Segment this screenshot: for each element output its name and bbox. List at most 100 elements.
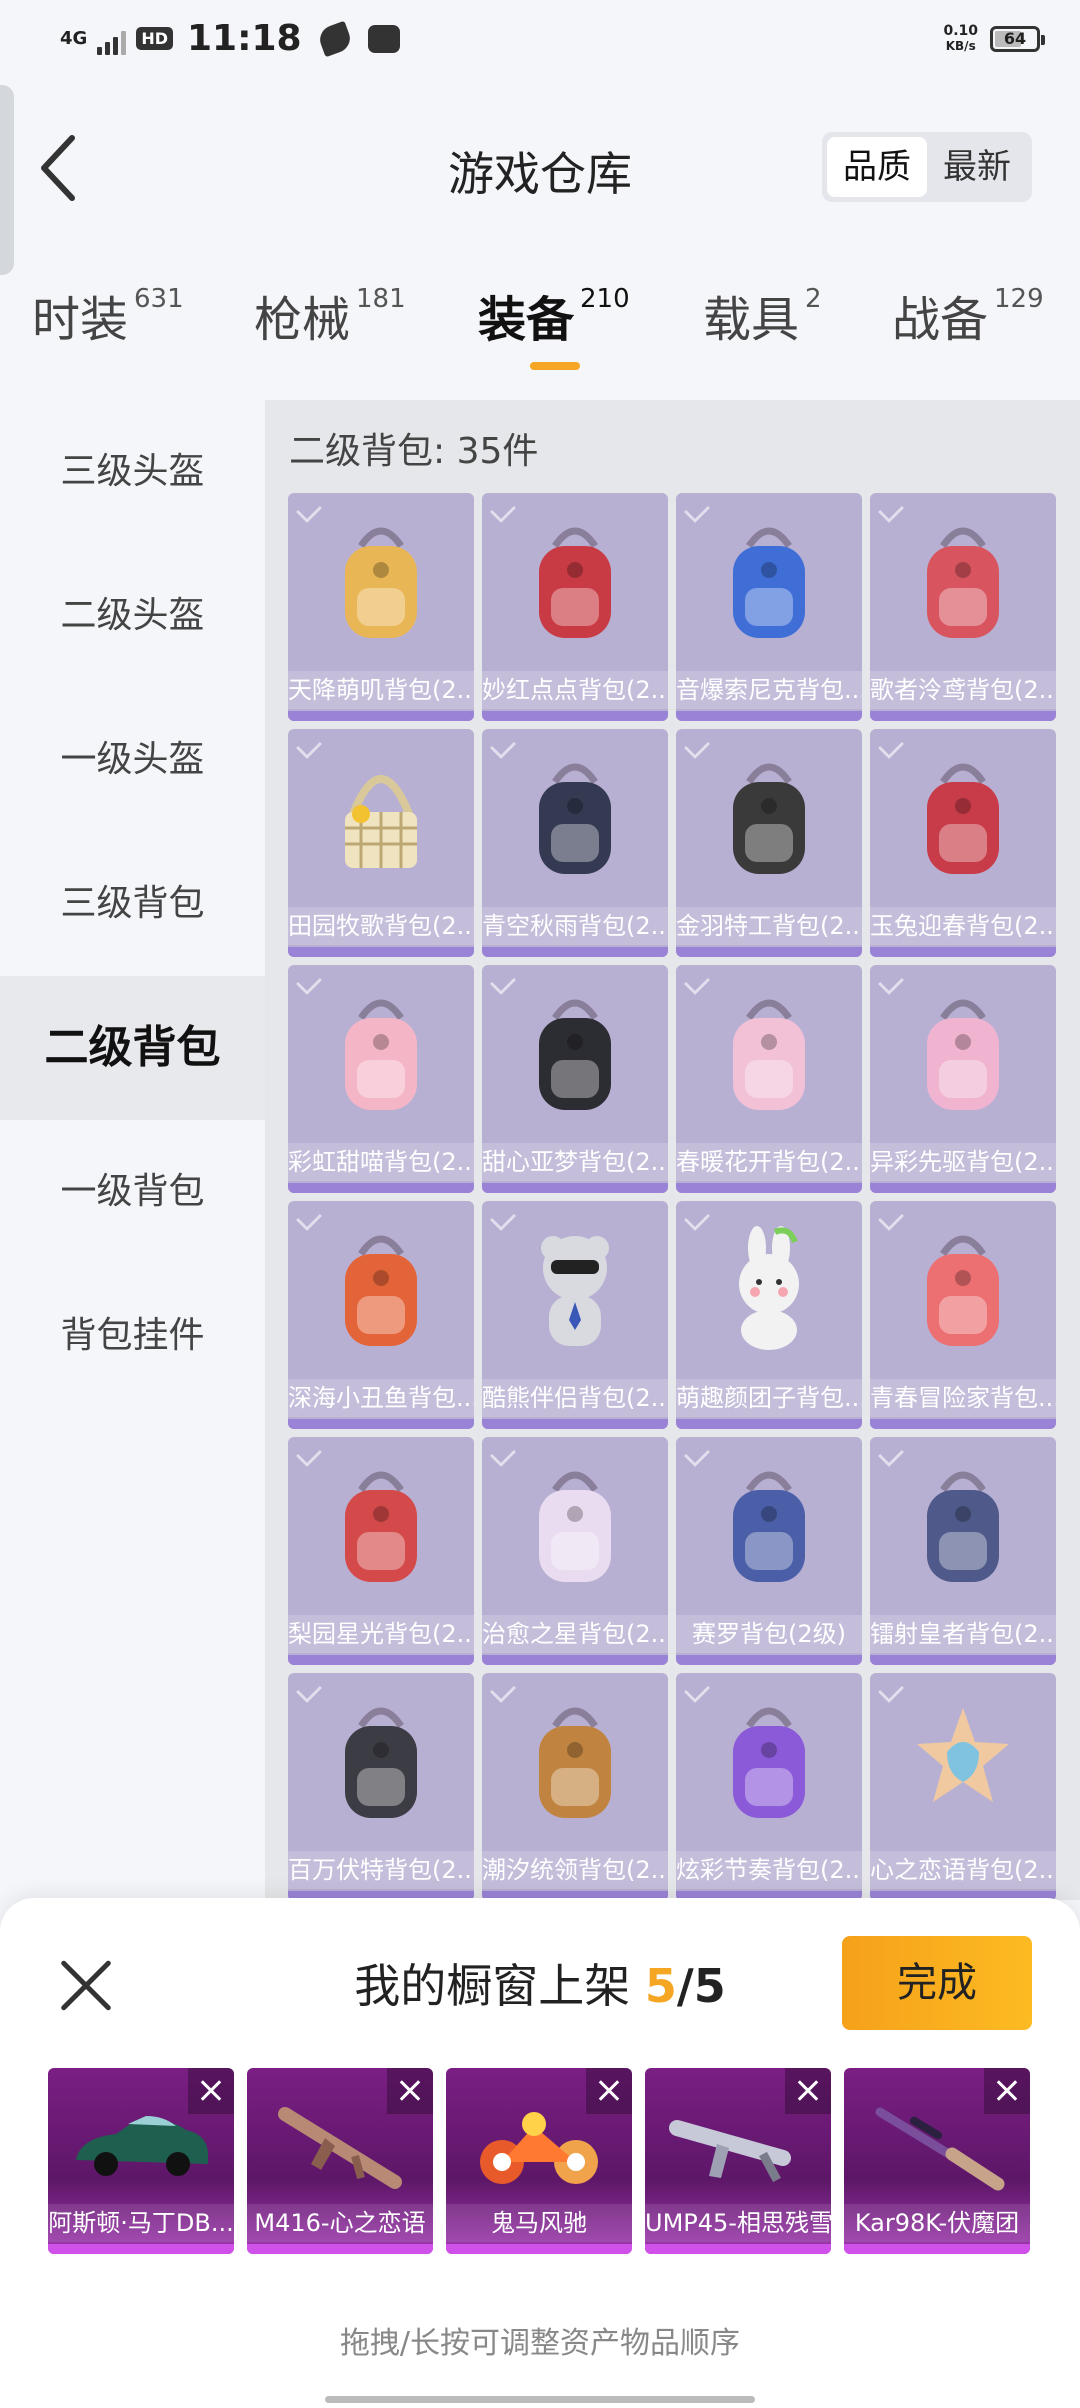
backpack-item-card[interactable]: 青春冒险家背包... [870,1201,1056,1429]
item-label: 彩虹甜喵背包(2... [288,1143,474,1181]
tab-combat-supplies[interactable]: 战备 129 [892,280,1044,350]
item-label: 妙红点点背包(2... [482,671,668,709]
backpack-item-card[interactable]: 玉兔迎春背包(2... [870,729,1056,957]
item-label: 青春冒险家背包... [870,1379,1056,1417]
item-label: 炫彩节奏背包(2... [676,1851,862,1889]
rarity-stripe [482,1419,668,1429]
done-button[interactable]: 完成 [842,1936,1032,2030]
item-label: 深海小丑鱼背包... [288,1379,474,1417]
remove-icon[interactable] [387,2068,433,2114]
slot-label: M416-心之恋语 [247,2204,433,2242]
backpack-icon [719,754,819,884]
backpack-item-card[interactable]: 治愈之星背包(2... [482,1437,668,1665]
bear-icon [525,1226,625,1356]
tab-fashion[interactable]: 时装 631 [32,280,184,350]
sidebar-item-level1-backpack[interactable]: 一级背包 [0,1120,265,1264]
signal-icon [97,29,127,55]
backpack-item-card[interactable]: 音爆索尼克背包... [676,493,862,721]
backpack-item-card[interactable]: 甜心亚梦背包(2... [482,965,668,1193]
rarity-stripe [844,2244,1030,2254]
sort-option-quality[interactable]: 品质 [827,137,927,197]
sidebar-item-level2-backpack[interactable]: 二级背包 [0,976,265,1120]
battery-level: 64 [1003,29,1027,48]
rarity-stripe [676,1419,862,1429]
basket-icon [331,754,431,884]
backpack-item-card[interactable]: 田园牧歌背包(2... [288,729,474,957]
backpack-item-card[interactable]: 萌趣颜团子背包... [676,1201,862,1429]
item-label: 百万伏特背包(2... [288,1851,474,1889]
backpack-item-card[interactable]: 青空秋雨背包(2... [482,729,668,957]
showcase-sheet: 我的橱窗上架 5/5 完成 阿斯顿·马丁DB... M416-心之恋语 鬼马风驰 UM… [0,1898,1080,2408]
backpack-item-card[interactable]: 春暖花开背包(2... [676,965,862,1193]
sort-option-latest[interactable]: 最新 [927,137,1027,197]
clock: 11:18 [186,18,302,59]
section-title: 二级背包: 35件 [289,431,539,472]
item-panel: 二级背包: 35件 天降萌叽背包(2... 妙红点点背包(2... 音爆索尼克背包.… [265,400,1080,1901]
sidebar-item-level3-backpack[interactable]: 三级背包 [0,832,265,976]
backpack-item-card[interactable]: 妙红点点背包(2... [482,493,668,721]
backpack-icon [913,990,1013,1120]
backpack-icon [331,1698,431,1828]
item-label: 金羽特工背包(2... [676,907,862,945]
backpack-item-card[interactable]: 百万伏特背包(2... [288,1673,474,1901]
remove-icon[interactable] [188,2068,234,2114]
rarity-stripe [870,1419,1056,1429]
item-label: 镭射皇者背包(2... [870,1615,1056,1653]
home-indicator[interactable] [325,2396,755,2403]
sidebar-item-level3-helmet[interactable]: 三级头盔 [0,400,265,544]
speed-value: 0.10 [943,23,978,39]
backpack-item-card[interactable]: 炫彩节奏背包(2... [676,1673,862,1901]
backpack-item-card[interactable]: 歌者泠鸢背包(2... [870,493,1056,721]
speed-unit: KB/s [945,39,976,53]
rarity-stripe [288,1655,474,1665]
rarity-stripe [645,2244,831,2254]
showcase-slot[interactable]: UMP45-相思残雪 [645,2068,831,2254]
item-label: 赛罗背包(2级) [676,1615,862,1653]
backpack-icon [525,990,625,1120]
showcase-count-total: 5 [693,1959,726,2013]
item-label: 春暖花开背包(2... [676,1143,862,1181]
backpack-item-card[interactable]: 彩虹甜喵背包(2... [288,965,474,1193]
backpack-icon [525,1698,625,1828]
backpack-item-card[interactable]: 异彩先驱背包(2... [870,965,1056,1193]
backpack-item-card[interactable]: 金羽特工背包(2... [676,729,862,957]
sidebar-item-backpack-pendant[interactable]: 背包挂件 [0,1264,265,1408]
tab-firearms[interactable]: 枪械 181 [254,280,406,350]
remove-icon[interactable] [586,2068,632,2114]
sort-toggle[interactable]: 品质 最新 [822,132,1032,202]
backpack-item-card[interactable]: 深海小丑鱼背包... [288,1201,474,1429]
backpack-item-card[interactable]: 酷熊伴侣背包(2... [482,1201,668,1429]
item-label: 异彩先驱背包(2... [870,1143,1056,1181]
item-label: 田园牧歌背包(2... [288,907,474,945]
remove-icon[interactable] [984,2068,1030,2114]
backpack-item-card[interactable]: 天降萌叽背包(2... [288,493,474,721]
showcase-slot[interactable]: 鬼马风驰 [446,2068,632,2254]
sidebar-item-level1-helmet[interactable]: 一级头盔 [0,688,265,832]
check-icon [684,497,710,523]
showcase-slot[interactable]: 阿斯顿·马丁DB... [48,2068,234,2254]
tab-equipment[interactable]: 装备 210 [478,280,630,350]
rarity-stripe [288,947,474,957]
sidebar-item-level2-helmet[interactable]: 二级头盔 [0,544,265,688]
backpack-item-card[interactable]: 赛罗背包(2级) [676,1437,862,1665]
check-icon [490,733,516,759]
check-icon [296,733,322,759]
backpack-item-card[interactable]: 镭射皇者背包(2... [870,1437,1056,1665]
backpack-item-card[interactable]: 潮汐统领背包(2... [482,1673,668,1901]
slot-label: UMP45-相思残雪 [645,2204,831,2242]
check-icon [296,1441,322,1467]
backpack-icon [525,518,625,648]
backpack-icon [719,1462,819,1592]
reorder-hint: 拖拽/长按可调整资产物品顺序 [339,2326,741,2361]
backpack-item-card[interactable]: 心之恋语背包(2... [870,1673,1056,1901]
backpack-item-card[interactable]: 梨园星光背包(2... [288,1437,474,1665]
check-icon [296,1205,322,1231]
check-icon [878,1205,904,1231]
rarity-stripe [482,1183,668,1193]
showcase-slot[interactable]: M416-心之恋语 [247,2068,433,2254]
showcase-slot[interactable]: Kar98K-伏魔团 [844,2068,1030,2254]
tab-label: 战备 [892,292,989,348]
item-label: 歌者泠鸢背包(2... [870,671,1056,709]
tab-vehicles[interactable]: 载具 2 [703,280,822,350]
remove-icon[interactable] [785,2068,831,2114]
